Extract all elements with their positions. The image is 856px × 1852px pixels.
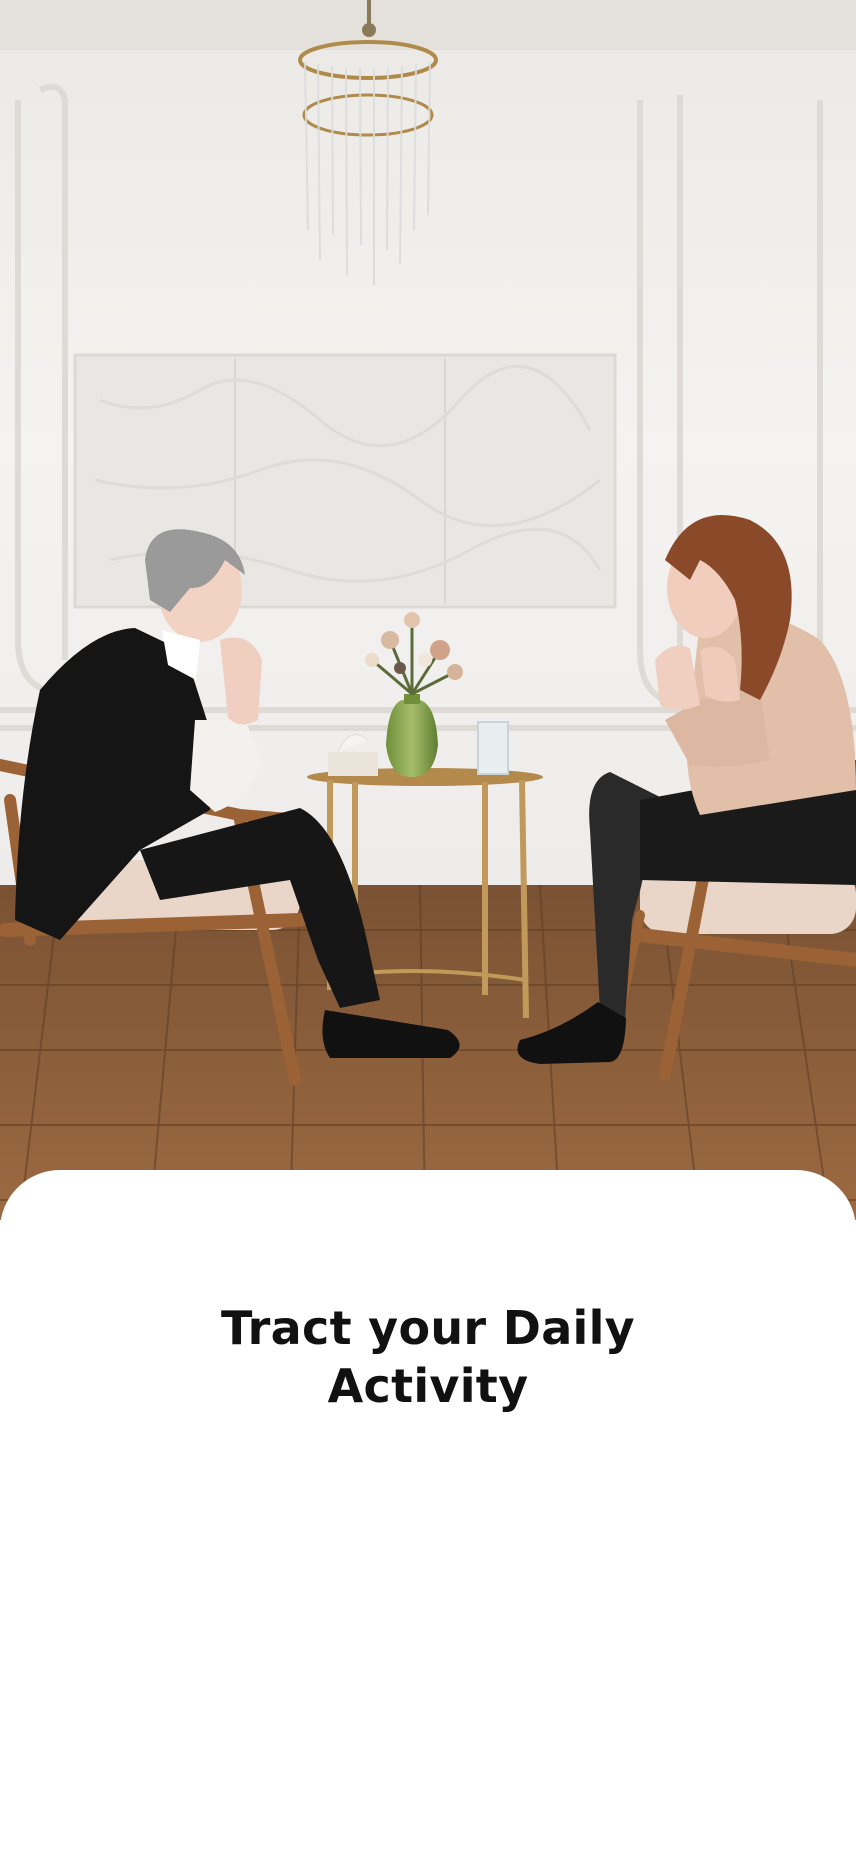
onboarding-title-line-2: Activity (327, 1358, 529, 1413)
onboarding-title: Tract your Daily Activity (0, 1299, 856, 1415)
onboarding-screen: Tract your Daily Activity (0, 0, 856, 1852)
hero-image (0, 0, 856, 1220)
hero-illustration (0, 0, 856, 1220)
onboarding-title-line-1: Tract your Daily (221, 1300, 635, 1355)
onboarding-sheet: Tract your Daily Activity (0, 1170, 856, 1852)
